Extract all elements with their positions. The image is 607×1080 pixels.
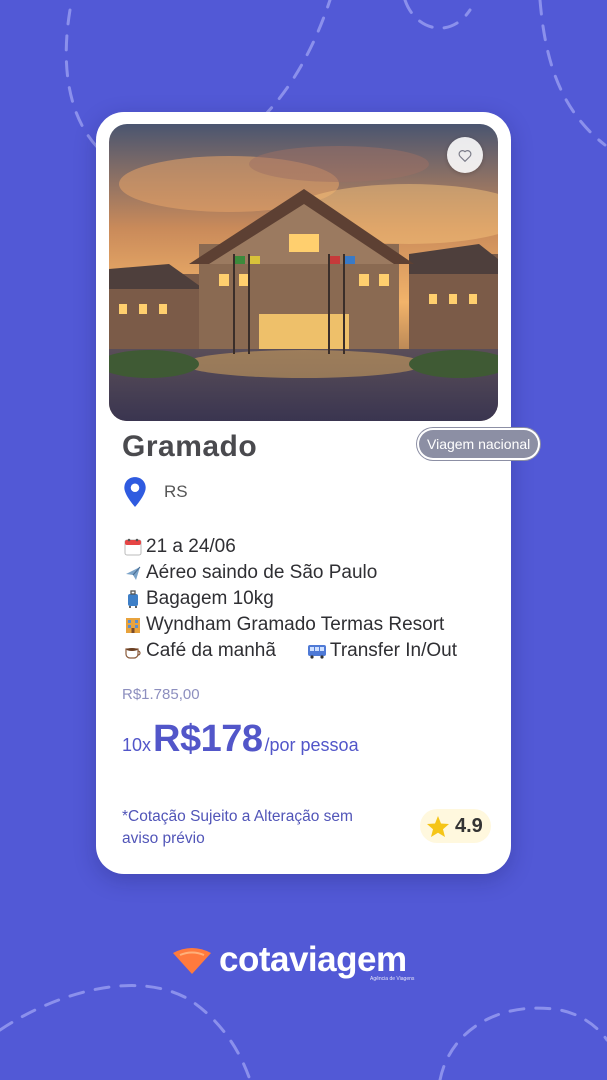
bus-icon: [306, 641, 328, 661]
hotel-icon: [122, 615, 144, 635]
coffee-icon: [122, 641, 144, 661]
transfer-text: Transfer In/Out: [329, 640, 457, 661]
installment-price: R$178: [153, 718, 263, 760]
brand-tagline: Agência de Viagens: [370, 976, 415, 982]
brand-name: cotaviagem: [219, 940, 407, 979]
trip-card[interactable]: Gramado Viagem nacional RS 21 a 24/06 Aé…: [96, 112, 539, 874]
brand-logo: cotaviagem Agência de Viagens: [172, 940, 414, 982]
hotel-photo: [109, 124, 498, 421]
star-icon: [427, 815, 449, 837]
cotaviagem-logo-icon: [173, 948, 211, 974]
hotel-text: Wyndham Gramado Termas Resort: [146, 614, 445, 635]
favorite-button[interactable]: [447, 137, 483, 173]
luggage-line: Bagagem 10kg: [122, 586, 457, 612]
luggage-text: Bagagem 10kg: [146, 588, 274, 609]
hotel-line: Wyndham Gramado Termas Resort: [122, 612, 457, 638]
map-pin-icon: [124, 477, 146, 507]
trip-type-badge: Viagem nacional: [419, 430, 539, 458]
date-line: 21 a 24/06: [122, 534, 457, 560]
destination-title: Gramado: [122, 430, 258, 463]
flight-line: Aéreo saindo de São Paulo: [122, 560, 457, 586]
luggage-icon: [122, 589, 144, 609]
per-person-label: /por pessoa: [264, 735, 359, 755]
trip-details: 21 a 24/06 Aéreo saindo de São Paulo Bag…: [122, 534, 457, 664]
installments: 10x: [122, 735, 152, 755]
heart-icon: [458, 149, 472, 162]
amenities-line: Café da manhã Transfer In/Out: [122, 638, 457, 664]
date-text: 21 a 24/06: [146, 536, 236, 557]
original-price: R$1.785,00: [122, 686, 200, 703]
breakfast-text: Café da manhã: [146, 640, 276, 661]
rating-value: 4.9: [455, 814, 483, 837]
rating-badge: 4.9: [420, 809, 491, 843]
price-row: 10x R$178 /por pessoa: [122, 718, 359, 761]
location: RS: [122, 476, 188, 508]
flight-text: Aéreo saindo de São Paulo: [146, 562, 378, 583]
calendar-icon: [122, 537, 144, 557]
location-label: RS: [164, 482, 188, 501]
airplane-icon: [122, 563, 144, 583]
disclaimer: *Cotação Sujeito a Alteração sem aviso p…: [122, 808, 353, 847]
